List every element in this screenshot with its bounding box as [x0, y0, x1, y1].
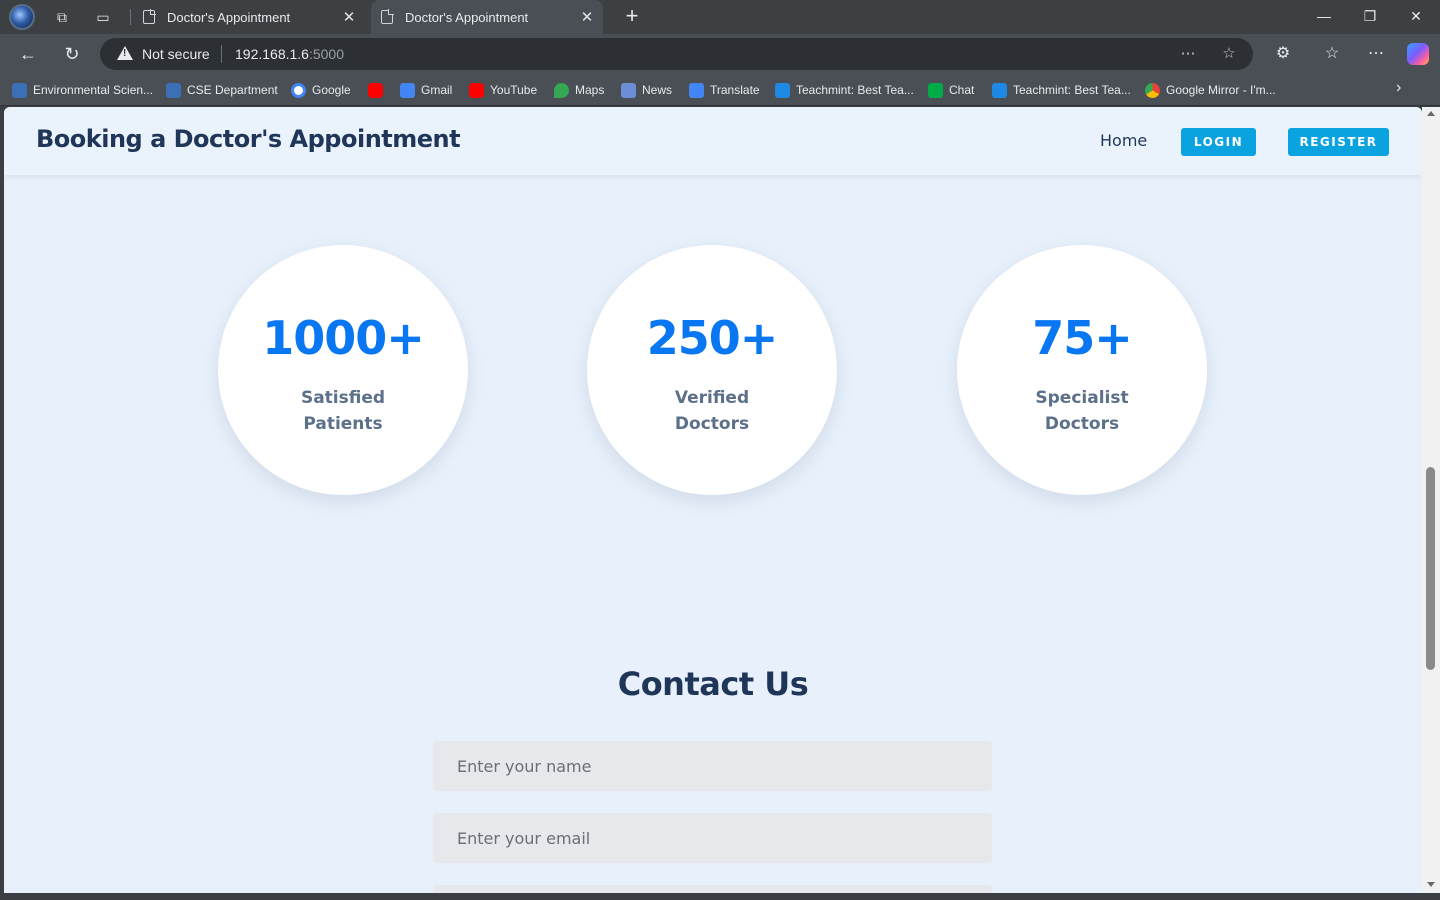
bookmark-favicon-icon: [12, 82, 27, 98]
bookmark-news[interactable]: News: [621, 81, 672, 99]
nav-home-link[interactable]: Home: [1100, 131, 1147, 150]
tab-title: Doctor's Appointment: [405, 9, 529, 25]
tab-actions-icon[interactable]: ▭: [91, 5, 115, 29]
bookmark-label: Teachmint: Best Tea...: [1013, 83, 1131, 97]
google-icon: [291, 82, 306, 98]
stat-label: Satisfied Patients: [300, 388, 386, 434]
bookmark-teachmint-2[interactable]: Teachmint: Best Tea...: [992, 81, 1131, 99]
site-title: Booking a Doctor's Appointment: [36, 125, 461, 153]
more-menu-icon[interactable]: ⋯: [1364, 42, 1388, 66]
address-separator: [221, 45, 222, 63]
youtube-icon: [368, 82, 383, 98]
bookmark-maps[interactable]: Maps: [554, 81, 604, 99]
url-port: :5000: [308, 46, 345, 62]
stat-card-verified-doctors: 250+ Verified Doctors: [587, 245, 837, 495]
scroll-thumb[interactable]: [1426, 467, 1435, 670]
email-input[interactable]: [433, 813, 992, 863]
stat-card-specialist-doctors: 75+ Specialist Doctors: [957, 245, 1207, 495]
news-icon: [621, 82, 636, 98]
reload-icon[interactable]: ↻: [60, 42, 84, 66]
profile-avatar[interactable]: [9, 4, 35, 30]
close-tab-icon[interactable]: ✕: [337, 8, 361, 26]
favorites-icon[interactable]: ☆: [1320, 42, 1344, 66]
minimize-icon[interactable]: —: [1309, 4, 1339, 28]
favorite-star-icon[interactable]: ☆: [1219, 44, 1239, 64]
address-bar[interactable]: Not secure 192.168.1.6:5000 ⋯ ☆: [100, 38, 1253, 70]
bookmark-label: Teachmint: Best Tea...: [796, 83, 914, 97]
stat-value: 250+: [646, 311, 779, 365]
tab-separator: [130, 9, 131, 25]
bookmark-google-mirror[interactable]: Google Mirror - I'm...: [1145, 81, 1276, 99]
contact-field-partial[interactable]: [433, 885, 992, 893]
scroll-up-arrow-icon[interactable]: [1427, 111, 1435, 116]
bookmark-favicon-icon: [166, 82, 181, 98]
bookmarks-bar: Environmental Scien... CSE Department Go…: [0, 74, 1440, 106]
chat-icon: [928, 82, 943, 98]
youtube-icon: [469, 82, 484, 98]
bookmark-cse-department[interactable]: CSE Department: [166, 81, 278, 99]
workspaces-icon[interactable]: ⧉: [50, 5, 74, 29]
login-button[interactable]: LOGIN: [1181, 128, 1256, 156]
bookmark-label: Google Mirror - I'm...: [1166, 83, 1276, 97]
security-label[interactable]: Not secure: [142, 46, 210, 62]
bookmark-label: CSE Department: [187, 83, 278, 97]
tab-doctors-appointment-2[interactable]: Doctor's Appointment ✕: [371, 0, 603, 34]
bookmark-youtube[interactable]: YouTube: [469, 81, 537, 99]
bookmark-label: YouTube: [490, 83, 538, 97]
page-icon: [143, 9, 156, 24]
bookmark-label: Environmental Scien...: [33, 83, 154, 97]
name-input[interactable]: [433, 741, 992, 791]
window-bottom-edge: [0, 893, 1440, 900]
close-window-icon[interactable]: ✕: [1401, 4, 1431, 28]
tab-title: Doctor's Appointment: [167, 9, 291, 25]
copilot-icon[interactable]: [1407, 43, 1429, 65]
bookmark-teachmint-1[interactable]: Teachmint: Best Tea...: [775, 81, 914, 99]
url-text[interactable]: 192.168.1.6:5000: [235, 46, 344, 62]
bookmark-label: Google: [312, 83, 351, 97]
browser-titlebar: ⧉ ▭ Doctor's Appointment ✕ Doctor's Appo…: [0, 0, 1440, 34]
warning-icon[interactable]: [117, 46, 133, 60]
stat-value: 1000+: [262, 311, 425, 365]
page-icon: [381, 9, 394, 24]
maps-icon: [554, 82, 569, 98]
bookmark-label: Gmail: [421, 83, 453, 97]
page-viewport: Booking a Doctor's Appointment Home LOGI…: [4, 107, 1422, 893]
teachmint-icon: [775, 82, 790, 98]
stat-card-satisfied-patients: 1000+ Satisfied Patients: [218, 245, 468, 495]
browser-toolbar: ← ↻ Not secure 192.168.1.6:5000 ⋯ ☆ ⚙ ☆ …: [0, 34, 1440, 74]
chrome-icon: [1145, 82, 1160, 98]
bookmark-environmental-science[interactable]: Environmental Scien...: [12, 81, 153, 99]
page-scrollbar[interactable]: [1422, 107, 1440, 893]
translate-icon: [689, 82, 704, 98]
close-tab-icon[interactable]: ✕: [575, 8, 599, 26]
tab-doctors-appointment-1[interactable]: Doctor's Appointment ✕: [133, 0, 365, 34]
contact-title: Contact Us: [617, 665, 809, 703]
stat-label: Specialist Doctors: [1035, 388, 1129, 434]
bookmark-google[interactable]: Google: [291, 81, 351, 99]
stat-value: 75+: [1032, 311, 1133, 365]
bookmark-gmail[interactable]: Gmail: [400, 81, 452, 99]
chevron-right-icon[interactable]: ›: [1396, 79, 1401, 97]
docs-icon: [400, 82, 415, 98]
teachmint-icon: [992, 82, 1007, 98]
scroll-down-arrow-icon[interactable]: [1427, 882, 1435, 887]
bookmark-chat[interactable]: Chat: [928, 81, 974, 99]
stat-label: Verified Doctors: [674, 388, 750, 434]
restore-icon[interactable]: ❐: [1355, 4, 1385, 28]
new-tab-button[interactable]: +: [620, 4, 644, 28]
bookmark-label: News: [642, 83, 673, 97]
reading-view-icon[interactable]: ⋯: [1178, 44, 1198, 64]
url-host: 192.168.1.6: [235, 46, 309, 62]
bookmark-translate[interactable]: Translate: [689, 81, 760, 99]
bookmark-label: Translate: [710, 83, 760, 97]
site-header: Booking a Doctor's Appointment Home LOGI…: [4, 107, 1422, 175]
back-arrow-icon[interactable]: ←: [16, 42, 40, 66]
extensions-icon[interactable]: ⚙: [1271, 42, 1295, 66]
register-button[interactable]: REGISTER: [1288, 128, 1389, 156]
bookmark-youtube-short[interactable]: [368, 81, 389, 99]
bookmark-label: Chat: [949, 83, 975, 97]
bookmark-label: Maps: [575, 83, 605, 97]
